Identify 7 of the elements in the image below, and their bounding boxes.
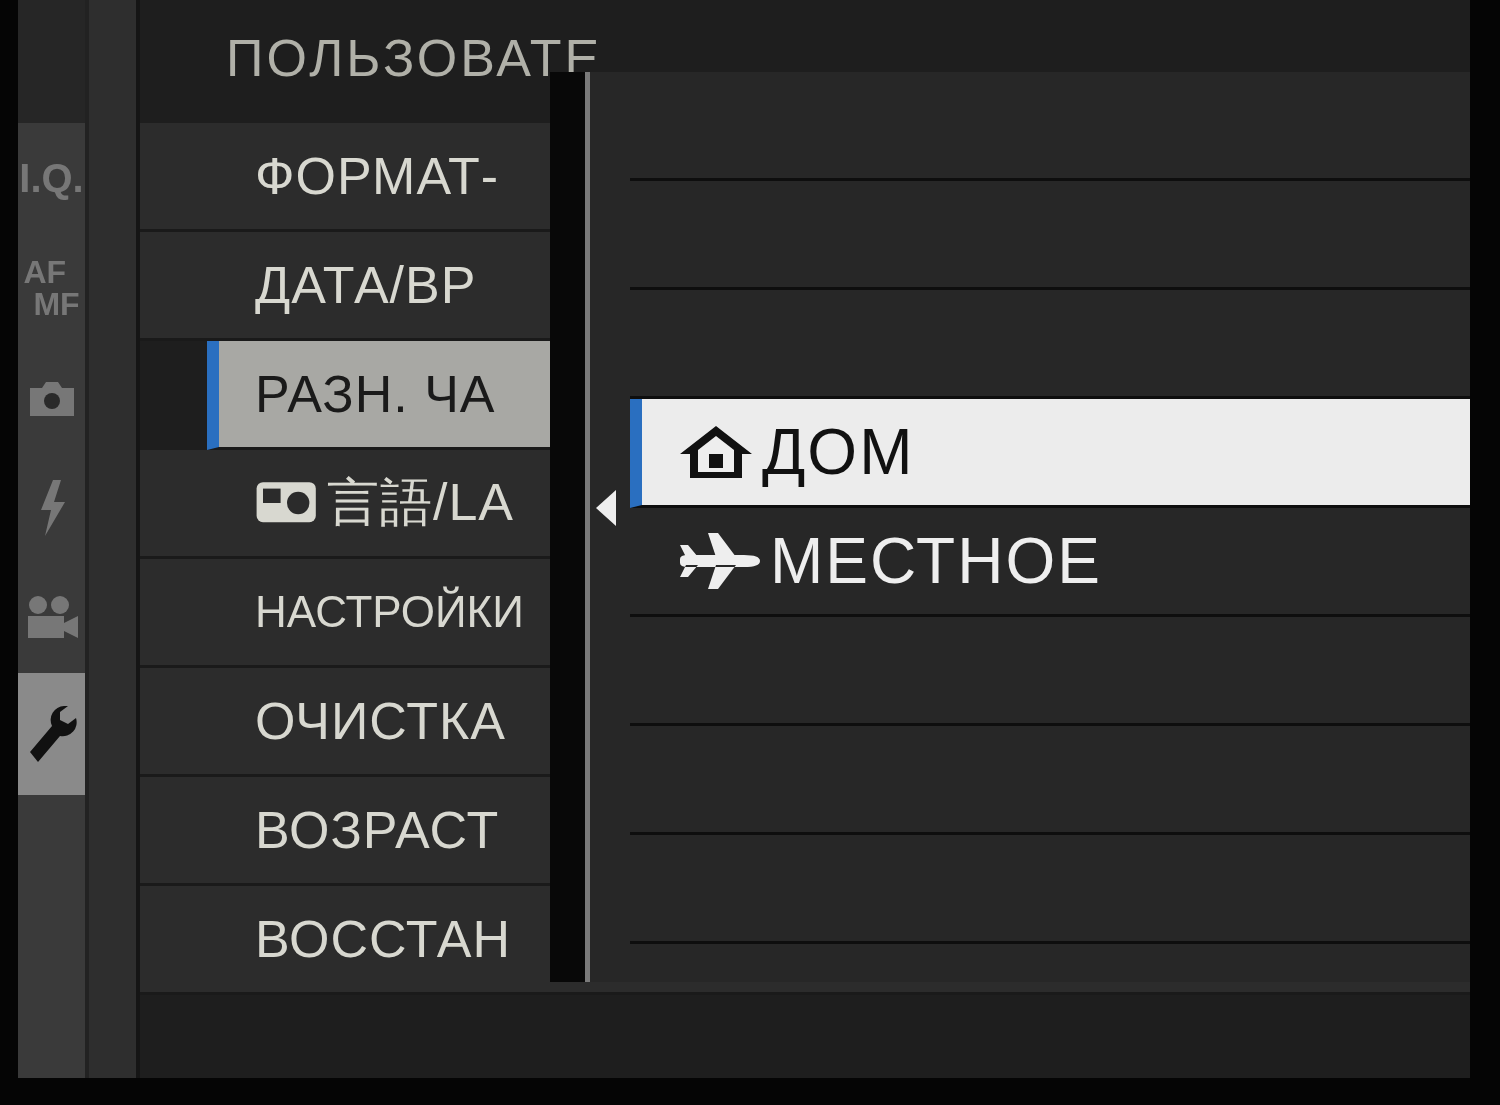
airplane-icon: [678, 533, 762, 589]
left-arrow-icon: [596, 490, 616, 526]
popup-option[interactable]: ДОМ: [630, 399, 1470, 508]
menu-title: ПОЛЬЗОВАТЕ: [225, 28, 604, 89]
house-icon: [678, 424, 754, 480]
side-tab[interactable]: [18, 673, 85, 795]
popup-option[interactable]: МЕСТНОЕ: [630, 508, 1470, 617]
